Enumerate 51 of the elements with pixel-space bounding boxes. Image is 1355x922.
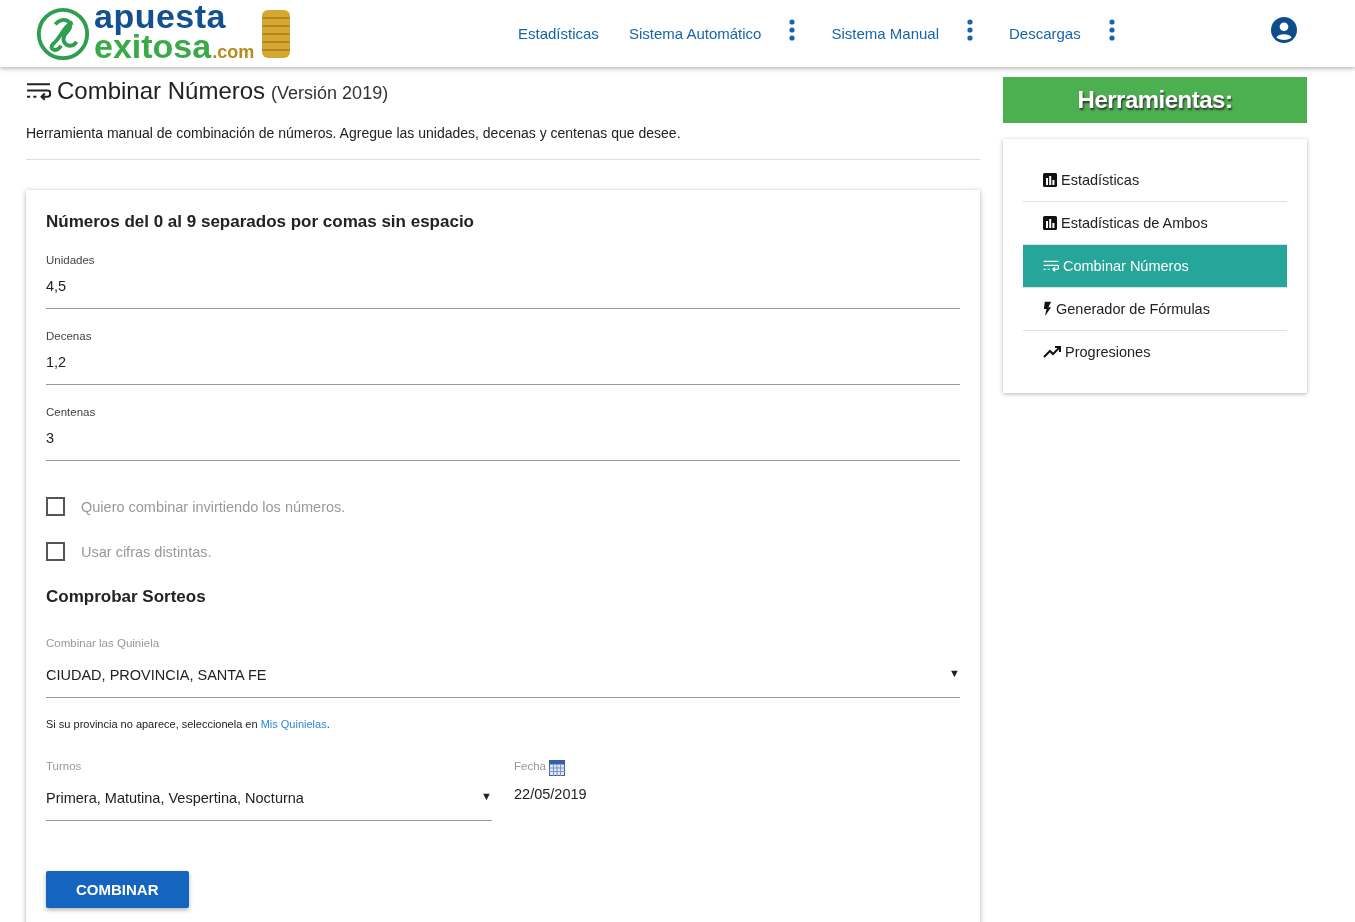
nav-link[interactable]: Descargas xyxy=(1009,25,1081,42)
field-value: 4,5 xyxy=(46,278,68,294)
field-label: Centenas xyxy=(46,406,97,418)
wrap-text-icon xyxy=(1043,259,1059,273)
field-label: Fecha xyxy=(514,760,546,772)
lightning-bolt-icon xyxy=(1043,301,1052,317)
field-value: CIUDAD, PROVINCIA, SANTA FE xyxy=(46,667,267,683)
form-heading: Números del 0 al 9 separados por comas sin espacio xyxy=(46,212,475,232)
field-label: Decenas xyxy=(46,330,93,342)
logo-text: .com xyxy=(212,40,255,64)
more-menu-icon[interactable] xyxy=(789,18,796,41)
trending-up-icon xyxy=(1043,346,1061,358)
combine-button[interactable]: COMBINAR xyxy=(46,871,189,908)
dropdown-arrow-icon: ▼ xyxy=(949,667,960,683)
date-value[interactable]: 22/05/2019 xyxy=(514,786,587,802)
user-account-icon[interactable] xyxy=(1270,16,1297,43)
text-field[interactable]: Decenas 1,2 xyxy=(46,330,960,385)
nav-link[interactable]: Sistema Manual xyxy=(831,25,939,42)
page-title: Combinar Números xyxy=(57,77,266,105)
section-heading: Comprobar Sorteos xyxy=(46,587,207,607)
field-label: Combinar las Quiniela xyxy=(46,637,161,649)
field-value: 1,2 xyxy=(46,354,68,370)
link[interactable]: Mis Quinielas xyxy=(260,718,327,730)
checkbox[interactable] xyxy=(46,542,65,561)
field-value: Primera, Matutina, Vespertina, Nocturna xyxy=(46,790,304,806)
sidebar-item[interactable]: Estadísticas xyxy=(1023,159,1287,202)
checkbox-label: Quiero combinar invirtiendo los números. xyxy=(81,498,346,515)
bar-chart-icon xyxy=(1043,216,1057,230)
nav-link[interactable]: Sistema Automático xyxy=(628,25,762,42)
dropdown-field[interactable]: Combinar las Quiniela CIUDAD, PROVINCIA, SANTA FE ▼ xyxy=(46,637,960,698)
field-label: Unidades xyxy=(46,254,96,266)
sidebar-item[interactable]: Generador de Fórmulas xyxy=(1023,288,1287,331)
sidebar-header: Herramientas: xyxy=(1003,77,1307,123)
calendar-icon[interactable] xyxy=(548,760,565,776)
version-label: (Versión 2019) xyxy=(271,83,389,104)
more-menu-icon[interactable] xyxy=(967,18,973,41)
dropdown-field[interactable]: Turnos Primera, Matutina, Vespertina, Nocturna ▼ xyxy=(46,760,492,821)
checkbox[interactable] xyxy=(46,497,65,516)
page-description: Herramienta manual de combinación de números. Agregue las unidades, decenas y centenas que desee. xyxy=(26,125,682,141)
more-menu-icon[interactable] xyxy=(1108,18,1115,41)
text-field[interactable]: Centenas 3 xyxy=(46,406,960,461)
hint-text: Si su provincia no aparece, seleccionela en Mis Quinielas. xyxy=(46,718,331,730)
wrap-text-icon xyxy=(26,80,51,102)
sidebar-item[interactable]: Progresiones xyxy=(1023,331,1287,373)
nav-link[interactable]: Estadísticas xyxy=(518,25,599,42)
text-field[interactable]: Unidades 4,5 xyxy=(46,254,960,309)
dropdown-arrow-icon: ▼ xyxy=(481,790,492,806)
bar-chart-icon xyxy=(1043,173,1057,187)
checkbox-label: Usar cifras distintas. xyxy=(81,543,212,560)
field-label: Turnos xyxy=(46,760,83,772)
field-value: 3 xyxy=(46,430,56,446)
